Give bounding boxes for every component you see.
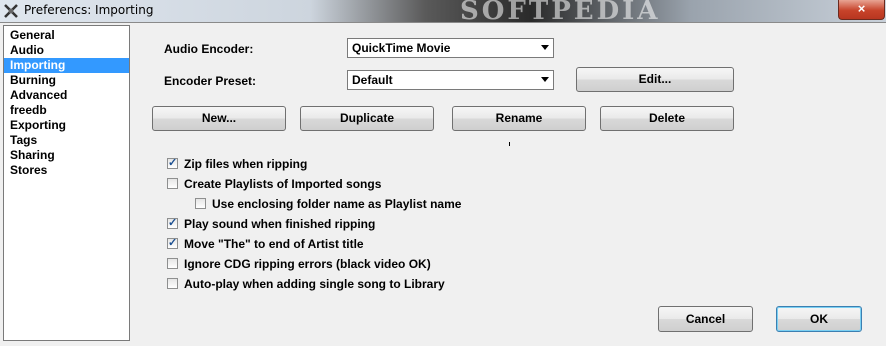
preferences-window: Preferencs: Importing SOFTPEDIA × Genera… [0,0,886,346]
checkmark-icon: ✓ [168,237,178,249]
sidebar-item-burning[interactable]: Burning [4,73,129,88]
preferences-sidebar: General Audio Importing Burning Advanced… [3,25,130,341]
new-preset-button[interactable]: New... [152,106,286,131]
window-title: Preferencs: Importing [24,3,154,17]
chevron-down-icon [541,77,549,82]
audio-encoder-select[interactable]: QuickTime Movie [347,38,554,58]
encoder-preset-label: Encoder Preset: [164,74,257,88]
cancel-button[interactable]: Cancel [658,306,753,332]
sidebar-item-advanced[interactable]: Advanced [4,88,129,103]
rename-preset-button[interactable]: Rename [452,106,586,131]
ok-button[interactable]: OK [776,306,862,332]
checkmark-icon: ✓ [168,217,178,229]
checkbox[interactable] [195,198,206,209]
duplicate-preset-button[interactable]: Duplicate [300,106,434,131]
chevron-down-icon [541,45,549,50]
close-button[interactable]: × [838,0,885,20]
checkbox[interactable] [167,258,178,269]
title-bar[interactable]: Preferencs: Importing SOFTPEDIA × [0,0,886,26]
checkmark-icon: ✓ [168,157,178,169]
sidebar-item-general[interactable]: General [4,28,129,43]
checkbox[interactable] [167,278,178,289]
checkbox[interactable]: ✓ [167,157,178,169]
sidebar-item-freedb[interactable]: freedb [4,103,129,118]
checkbox[interactable]: ✓ [167,217,178,229]
app-icon [4,4,18,18]
sidebar-item-importing[interactable]: Importing [4,58,129,73]
watermark-logo: SOFTPEDIA [460,0,661,26]
encoder-preset-value: Default [352,73,393,87]
sidebar-item-audio[interactable]: Audio [4,43,129,58]
checkbox[interactable]: ✓ [167,237,178,249]
sidebar-item-tags[interactable]: Tags [4,133,129,148]
sidebar-item-exporting[interactable]: Exporting [4,118,129,133]
divider-mark [509,142,510,146]
checkbox[interactable] [167,178,178,189]
delete-preset-button[interactable]: Delete [600,106,734,131]
close-icon: × [857,1,866,16]
edit-button[interactable]: Edit... [576,67,734,92]
encoder-preset-select[interactable]: Default [347,70,554,90]
sidebar-item-sharing[interactable]: Sharing [4,148,129,163]
audio-encoder-value: QuickTime Movie [352,41,451,55]
audio-encoder-label: Audio Encoder: [164,42,254,56]
sidebar-item-stores[interactable]: Stores [4,163,129,178]
